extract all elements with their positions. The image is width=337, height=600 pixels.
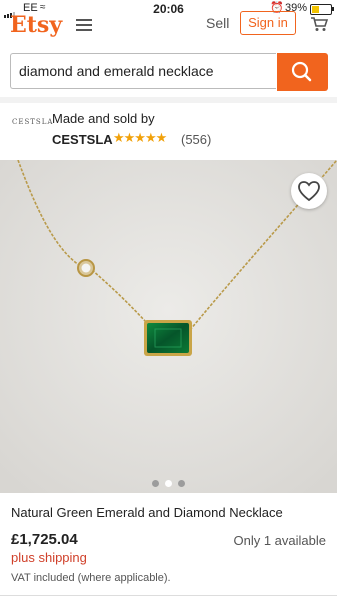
vat-note: VAT included (where applicable). <box>11 572 171 584</box>
sign-in-button[interactable]: Sign in <box>240 11 296 35</box>
seller-row[interactable]: CESTSLA Made and sold by CESTSLA ★★★★★ (… <box>0 104 337 154</box>
pagination-dot-active[interactable] <box>165 480 172 487</box>
search-button[interactable] <box>277 53 328 91</box>
divider <box>0 595 337 596</box>
search-bar <box>10 53 328 91</box>
search-icon <box>291 61 312 82</box>
pagination-dot[interactable] <box>178 480 185 487</box>
made-by-label: Made and sold by <box>52 111 155 126</box>
shop-name-link[interactable]: CESTSLA <box>52 132 113 147</box>
star-rating: ★★★★★ <box>113 130 167 145</box>
shop-logo[interactable]: CESTSLA <box>12 118 53 126</box>
listing-title: Natural Green Emerald and Diamond Neckla… <box>11 505 283 520</box>
shipping-note[interactable]: plus shipping <box>11 550 87 565</box>
sell-link[interactable]: Sell <box>206 15 229 31</box>
product-image[interactable] <box>0 160 337 493</box>
pagination-dot[interactable] <box>152 480 159 487</box>
site-header: Etsy Sell Sign in <box>0 11 337 44</box>
etsy-logo[interactable]: Etsy <box>10 12 62 38</box>
heart-icon <box>298 181 320 202</box>
search-input[interactable] <box>10 53 276 89</box>
favorite-button[interactable] <box>291 173 327 209</box>
listing-price: £1,725.04 <box>11 531 78 548</box>
image-pagination[interactable] <box>0 474 337 492</box>
necklace-photo <box>0 160 337 493</box>
availability-text: Only 1 available <box>233 533 327 548</box>
cart-icon[interactable] <box>310 16 328 32</box>
section-divider <box>0 97 337 103</box>
hamburger-menu-icon[interactable] <box>76 16 92 34</box>
review-count[interactable]: (556) <box>181 132 211 147</box>
